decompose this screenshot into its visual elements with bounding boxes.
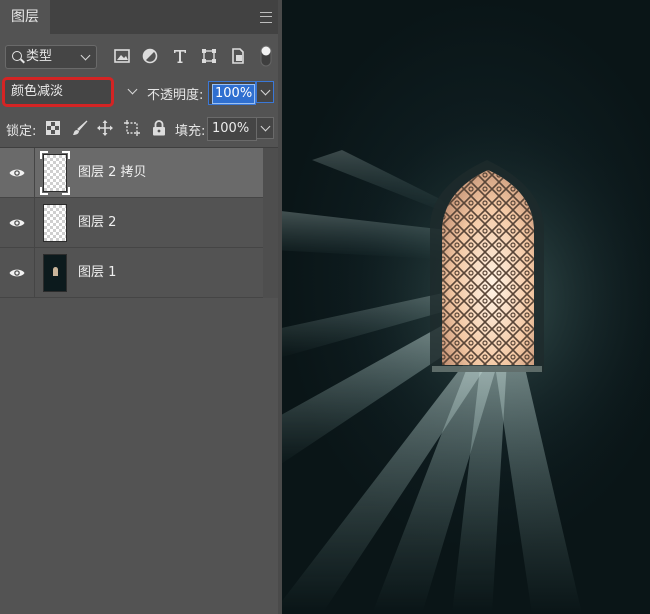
layer-row[interactable]: 图层 2 拷贝 — [0, 148, 263, 198]
visibility-toggle[interactable] — [0, 248, 35, 297]
search-icon — [12, 51, 22, 61]
eye-icon — [9, 269, 25, 276]
highlight-box — [2, 77, 114, 107]
chevron-down-icon — [260, 121, 271, 132]
lock-artboard-icon[interactable] — [123, 119, 141, 137]
canvas-image — [282, 0, 650, 614]
layer-name[interactable]: 图层 2 — [78, 198, 116, 248]
lock-all-icon[interactable] — [150, 119, 168, 137]
chevron-down-icon — [127, 84, 138, 95]
chevron-down-icon — [80, 50, 91, 61]
layer-thumbnail — [43, 204, 67, 242]
layer-filter-select[interactable]: 类型 — [5, 45, 97, 69]
lock-label: 锁定: — [6, 124, 37, 139]
layers-panel: 图层 类型 颜色减淡 不透明度: 100% 锁定: 填充: 100% 图层 2 … — [0, 0, 278, 614]
fill-value: 100% — [212, 121, 250, 136]
filter-type-label: 类型 — [26, 49, 53, 64]
visibility-toggle[interactable] — [0, 148, 35, 197]
scrollbar[interactable] — [263, 148, 278, 298]
visibility-toggle[interactable] — [0, 198, 35, 247]
text-filter-icon[interactable] — [171, 47, 189, 65]
tab-layers[interactable]: 图层 — [0, 0, 50, 34]
eye-icon — [9, 169, 25, 176]
layer-name[interactable]: 图层 2 拷贝 — [78, 148, 147, 198]
selection-corner — [40, 151, 48, 159]
lock-transparent-icon[interactable] — [44, 119, 62, 137]
opacity-dropdown-button[interactable] — [256, 81, 274, 103]
fill-input[interactable]: 100% — [207, 117, 257, 141]
lock-position-icon[interactable] — [96, 119, 114, 137]
eye-icon — [9, 219, 25, 226]
window-light-rays-photo — [282, 100, 650, 614]
layer-thumbnail — [43, 254, 67, 292]
image-filter-icon[interactable] — [113, 47, 131, 65]
panel-tab-bar: 图层 — [0, 0, 278, 34]
filter-toggle-icon[interactable] — [259, 45, 273, 67]
opacity-label: 不透明度: — [147, 88, 204, 103]
shape-filter-icon[interactable] — [200, 47, 218, 65]
opacity-value: 100% — [212, 84, 256, 104]
layer-name[interactable]: 图层 1 — [78, 248, 116, 298]
layer-row[interactable]: 图层 1 — [0, 248, 263, 298]
opacity-input[interactable]: 100% — [208, 81, 256, 105]
layer-row[interactable]: 图层 2 — [0, 198, 263, 248]
blend-mode-dropdown-button[interactable] — [124, 80, 140, 104]
smart-object-filter-icon[interactable] — [229, 47, 247, 65]
layer-thumbnail — [40, 151, 70, 195]
selection-corner — [62, 151, 70, 159]
chevron-down-icon — [260, 85, 271, 96]
panel-menu-icon[interactable] — [260, 12, 272, 23]
lock-paint-icon[interactable] — [71, 119, 89, 137]
selection-corner — [62, 187, 70, 195]
adjustment-filter-icon[interactable] — [141, 47, 159, 65]
selection-corner — [40, 187, 48, 195]
fill-dropdown-button[interactable] — [256, 117, 274, 139]
fill-label: 填充: — [175, 124, 206, 139]
